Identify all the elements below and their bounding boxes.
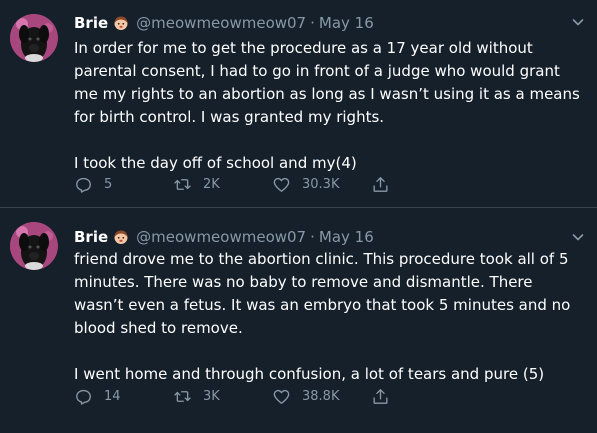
dog-avatar-image <box>10 14 58 62</box>
share-icon <box>373 176 388 192</box>
tweet-paragraph: friend drove me to the abortion clinic. … <box>74 250 571 337</box>
share-button[interactable] <box>371 386 390 406</box>
retweet-button[interactable]: 3K <box>173 386 220 406</box>
tweet-paragraph: I took the day off of school and my(4) <box>74 154 357 172</box>
share-icon <box>373 388 388 404</box>
like-count: 30.3K <box>302 176 340 192</box>
reply-button[interactable]: 14 <box>74 386 121 406</box>
tweet-date[interactable]: May 16 <box>319 14 374 32</box>
chevron-down-icon[interactable] <box>571 230 585 244</box>
retweet-icon <box>174 178 191 190</box>
reply-button[interactable]: 5 <box>74 174 112 194</box>
dog-avatar-image <box>10 222 58 270</box>
reply-icon <box>76 177 91 193</box>
tweet-text: In order for me to get the procedure as … <box>74 37 584 175</box>
retweet-button[interactable]: 2K <box>173 174 220 194</box>
person-face-emoji-icon <box>114 16 128 30</box>
author-name[interactable]: Brie <box>74 228 108 246</box>
chevron-down-icon[interactable] <box>571 15 585 29</box>
reply-count: 5 <box>104 176 113 192</box>
author-handle[interactable]: @meowmeowmeow07 <box>136 228 306 246</box>
author-handle[interactable]: @meowmeowmeow07 <box>136 14 306 32</box>
retweet-count: 2K <box>203 176 220 192</box>
separator-dot: · <box>310 14 315 32</box>
share-button[interactable] <box>371 174 390 194</box>
separator-dot: · <box>310 228 315 246</box>
tweet-text: friend drove me to the abortion clinic. … <box>74 248 584 386</box>
reply-count: 14 <box>104 388 121 404</box>
tweet[interactable]: Brie @meowmeowmeow07 · May 16 In order f… <box>0 0 597 207</box>
tweet[interactable]: Brie @meowmeowmeow07 · May 16 friend dro… <box>0 208 597 433</box>
person-face-emoji-icon <box>114 230 128 244</box>
like-button[interactable]: 38.8K <box>272 386 339 406</box>
retweet-icon <box>174 390 191 402</box>
tweet-paragraph: I went home and through confusion, a lot… <box>74 365 545 383</box>
like-icon <box>273 177 290 192</box>
like-count: 38.8K <box>302 388 340 404</box>
like-button[interactable]: 30.3K <box>272 174 339 194</box>
tweet-date[interactable]: May 16 <box>319 228 374 246</box>
author-name[interactable]: Brie <box>74 14 108 32</box>
avatar[interactable] <box>10 14 58 62</box>
tweet-paragraph: In order for me to get the procedure as … <box>74 39 580 126</box>
retweet-count: 3K <box>203 388 220 404</box>
avatar[interactable] <box>10 222 58 270</box>
reply-icon <box>76 389 91 405</box>
like-icon <box>273 389 290 404</box>
